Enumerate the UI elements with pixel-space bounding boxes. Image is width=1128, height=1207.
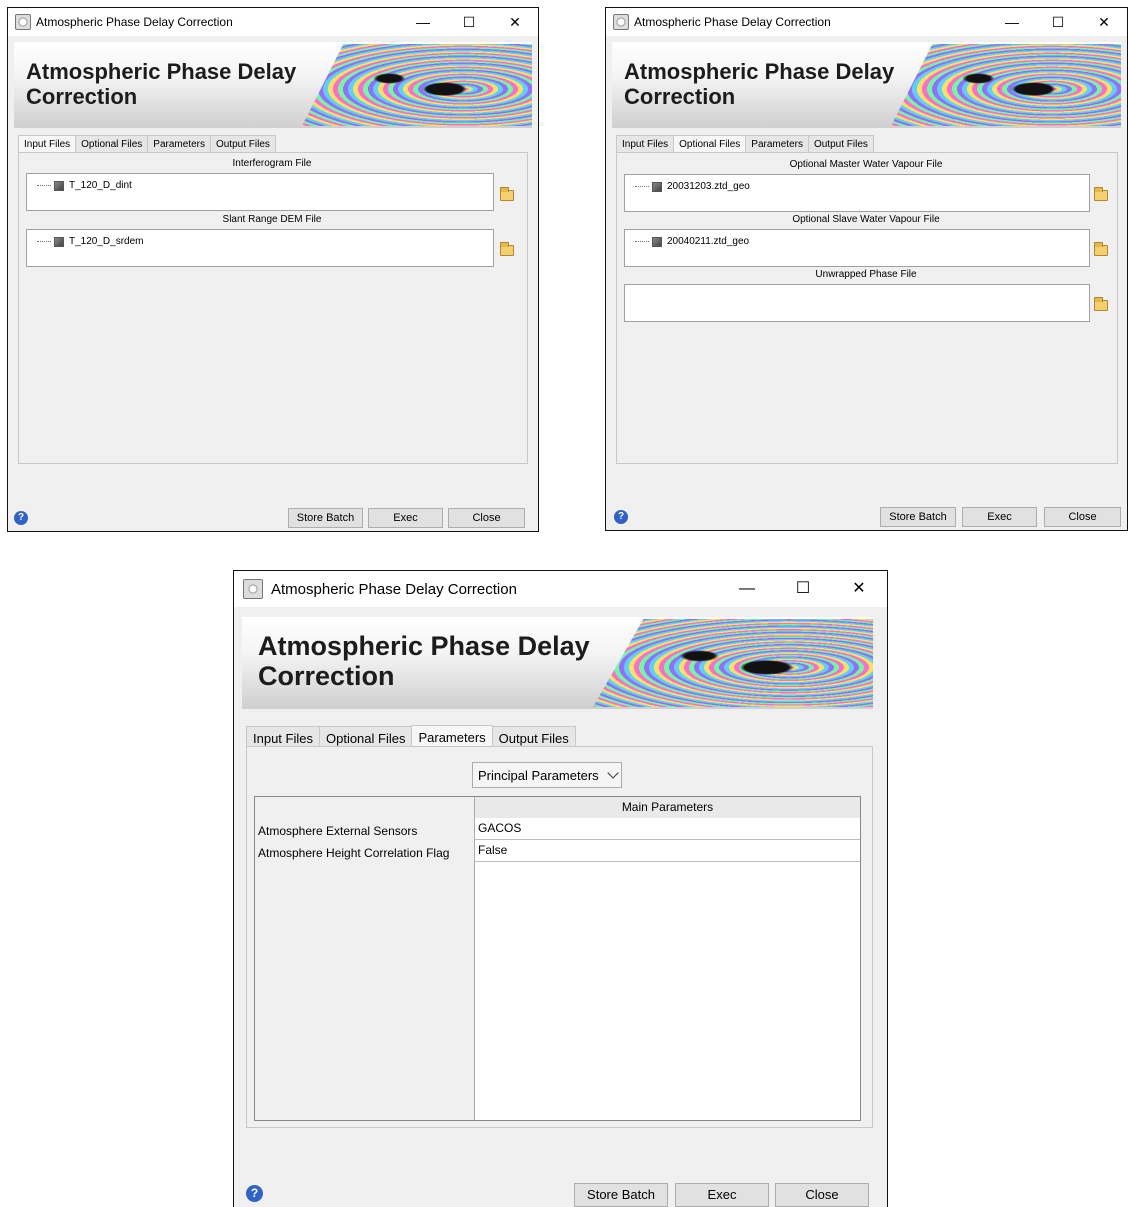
minimize-button[interactable]: — (400, 8, 446, 36)
slave-water-vapour-file-box[interactable]: 20040211.ztd_geo (624, 229, 1090, 267)
close-button[interactable]: Close (775, 1183, 869, 1207)
file-tree-item[interactable]: 20031203.ztd_geo (635, 181, 750, 192)
tab-bar: Input Files Optional Files Parameters Ou… (616, 134, 874, 154)
title-bar: Atmospheric Phase Delay Correction — ☐ ✕ (8, 8, 538, 36)
maximize-button[interactable]: ☐ (446, 8, 492, 36)
table-header-main-parameters: Main Parameters (475, 797, 860, 819)
interferogram-banner-image (593, 619, 873, 707)
interferogram-file-box[interactable]: T_120_D_dint (26, 173, 494, 211)
store-batch-button[interactable]: Store Batch (288, 508, 363, 528)
exec-button[interactable]: Exec (962, 507, 1037, 527)
tree-connector (635, 241, 649, 242)
tab-parameters[interactable]: Parameters (147, 135, 211, 153)
interferogram-banner-image (891, 44, 1121, 126)
image-file-icon (54, 180, 64, 191)
close-window-button[interactable]: ✕ (1081, 8, 1127, 36)
window-title: Atmospheric Phase Delay Correction (634, 15, 831, 29)
tree-connector (635, 186, 649, 187)
tree-connector (37, 241, 51, 242)
field-label: Unwrapped Phase File (815, 269, 917, 280)
app-icon (613, 14, 629, 30)
tree-connector (37, 185, 51, 186)
row-label-external-sensors: Atmosphere External Sensors (258, 824, 418, 838)
title-bar: Atmospheric Phase Delay Correction — ☐ ✕ (606, 8, 1127, 36)
tab-parameters[interactable]: Parameters (745, 135, 809, 153)
open-folder-icon[interactable] (1094, 187, 1108, 201)
interferogram-banner-image (302, 44, 532, 126)
tab-output-files[interactable]: Output Files (209, 135, 276, 153)
field-label: Interferogram File (232, 158, 312, 169)
app-icon (15, 14, 31, 30)
app-icon (243, 579, 263, 599)
banner: Atmospheric Phase Delay Correction (14, 42, 532, 128)
tab-optional-files[interactable]: Optional Files (75, 135, 149, 153)
row-label-height-correlation-flag: Atmosphere Height Correlation Flag (258, 846, 450, 860)
banner-title: Atmospheric Phase Delay Correction (624, 59, 895, 109)
image-file-icon (652, 236, 662, 247)
open-folder-icon[interactable] (1094, 297, 1108, 311)
open-folder-icon[interactable] (500, 242, 514, 256)
tab-output-files[interactable]: Output Files (807, 135, 874, 153)
banner: Atmospheric Phase Delay Correction (612, 42, 1121, 128)
store-batch-button[interactable]: Store Batch (880, 507, 956, 527)
field-label: Optional Master Water Vapour File (789, 159, 943, 170)
parameter-group-dropdown[interactable]: Principal Parameters (472, 762, 622, 788)
close-window-button[interactable]: ✕ (831, 571, 887, 607)
file-tree-item[interactable]: 20040211.ztd_geo (635, 236, 749, 247)
window-title: Atmospheric Phase Delay Correction (271, 580, 517, 598)
close-button[interactable]: Close (448, 508, 525, 528)
exec-button[interactable]: Exec (675, 1183, 769, 1207)
maximize-button[interactable]: ☐ (775, 571, 831, 607)
open-folder-icon[interactable] (1094, 242, 1108, 256)
field-label: Optional Slave Water Vapour File (792, 214, 940, 225)
store-batch-button[interactable]: Store Batch (574, 1183, 668, 1207)
window-title: Atmospheric Phase Delay Correction (36, 15, 233, 29)
tab-bar: Input Files Optional Files Parameters Ou… (18, 134, 276, 154)
title-bar: Atmospheric Phase Delay Correction — ☐ ✕ (234, 571, 887, 607)
file-tree-item[interactable]: T_120_D_srdem (37, 236, 143, 247)
dropdown-selected-value: Principal Parameters (478, 767, 599, 783)
minimize-button[interactable]: — (719, 571, 775, 607)
open-folder-icon[interactable] (500, 187, 514, 201)
unwrapped-phase-file-box[interactable] (624, 284, 1090, 322)
exec-button[interactable]: Exec (368, 508, 443, 528)
image-file-icon (652, 181, 662, 192)
master-water-vapour-file-box[interactable]: 20031203.ztd_geo (624, 174, 1090, 212)
help-icon[interactable]: ? (14, 511, 28, 525)
window-parameters: Atmospheric Phase Delay Correction — ☐ ✕… (233, 570, 888, 1207)
help-icon[interactable]: ? (614, 510, 628, 524)
help-icon[interactable]: ? (246, 1185, 263, 1202)
row-value-height-correlation-flag[interactable]: False (475, 840, 860, 862)
banner-title: Atmospheric Phase Delay Correction (26, 59, 297, 109)
tab-input-files[interactable]: Input Files (616, 135, 675, 153)
parameters-table: Main Parameters Atmosphere External Sens… (254, 796, 861, 1121)
chevron-down-icon (606, 767, 619, 779)
maximize-button[interactable]: ☐ (1035, 8, 1081, 36)
window-optional-files: Atmospheric Phase Delay Correction — ☐ ✕… (605, 7, 1128, 531)
row-value-external-sensors[interactable]: GACOS (475, 818, 860, 840)
slant-range-dem-file-box[interactable]: T_120_D_srdem (26, 229, 494, 267)
banner: Atmospheric Phase Delay Correction (242, 617, 873, 709)
close-window-button[interactable]: ✕ (492, 8, 538, 36)
image-file-icon (54, 236, 64, 247)
window-input-files: Atmospheric Phase Delay Correction — ☐ ✕… (7, 7, 539, 532)
close-button[interactable]: Close (1044, 507, 1121, 527)
minimize-button[interactable]: — (989, 8, 1035, 36)
banner-title: Atmospheric Phase Delay Correction (258, 631, 590, 692)
file-tree-item[interactable]: T_120_D_dint (37, 180, 132, 191)
field-label: Slant Range DEM File (222, 214, 322, 225)
